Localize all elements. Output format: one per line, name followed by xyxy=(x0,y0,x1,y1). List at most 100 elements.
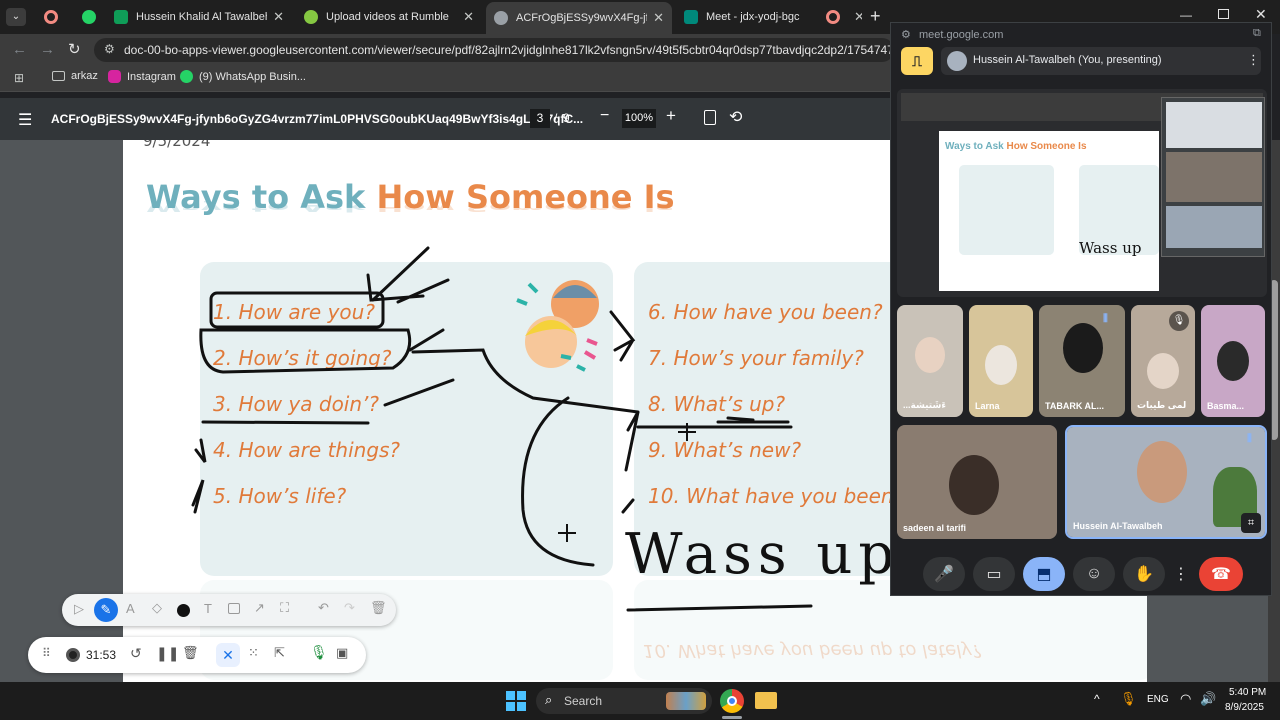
pointer-tool-icon[interactable]: ▷ xyxy=(74,601,84,617)
participant-tile[interactable]: sadeen al tarifi xyxy=(897,425,1057,539)
drag-handle-icon[interactable]: ⠿ xyxy=(42,646,51,660)
more-options-button[interactable]: ⋮ xyxy=(1171,557,1191,591)
preview-meet-grid xyxy=(1161,97,1265,257)
rotate-icon[interactable]: ⟲ xyxy=(729,107,742,127)
text-tool-icon[interactable]: T xyxy=(204,601,212,616)
annotation-toolbar: ▷ ✎ A ◇ T ↗ ⛶ ↶ ↷ 🗑 xyxy=(62,594,396,626)
bookmark-whatsapp-business[interactable]: (9) WhatsApp Busin... xyxy=(180,70,306,83)
minimize-icon[interactable]: — xyxy=(1180,8,1192,22)
leave-call-button[interactable]: ☎ xyxy=(1199,557,1243,591)
emoji-icon: ☺ xyxy=(1085,565,1103,582)
pause-icon[interactable]: ❚❚ xyxy=(156,645,179,662)
cursor-icon[interactable]: ⇱ xyxy=(274,645,285,661)
open-window-icon[interactable]: ⧉ xyxy=(1253,27,1261,40)
microphone-button[interactable]: 🎤 xyxy=(923,557,965,591)
file-explorer-icon[interactable] xyxy=(755,692,777,709)
more-options-icon[interactable]: ⋮ xyxy=(1247,52,1260,68)
clock-time[interactable]: 5:40 PM xyxy=(1229,687,1266,698)
globe-icon xyxy=(494,11,508,25)
shape-tool-icon[interactable] xyxy=(228,603,240,614)
tab-search-dropdown-icon[interactable]: ⌄ xyxy=(6,8,26,26)
language-indicator[interactable]: ENG xyxy=(1147,694,1169,705)
pen-tool-icon[interactable]: ✎ xyxy=(94,598,118,622)
microphone-icon[interactable]: 🎙 xyxy=(310,644,328,661)
maximize-icon[interactable] xyxy=(1218,9,1229,19)
pdf-toolbar: ☰ ACFrOgBjESSy9wvX4Fg-jfynb6oGyZG4vrzm77… xyxy=(0,98,890,140)
menu-icon[interactable]: ☰ xyxy=(18,110,32,130)
zoom-input[interactable]: 100% xyxy=(622,109,656,128)
presentation-preview: Ways to Ask How Someone Is Wass up xyxy=(897,89,1267,297)
close-drawing-icon[interactable]: ✕ xyxy=(216,643,240,667)
delete-icon[interactable]: 🗑 xyxy=(182,645,199,661)
close-icon[interactable]: ✕ xyxy=(273,9,284,25)
bookmarks-bar: ⊞ arkaz Instagram (9) WhatsApp Busin... xyxy=(0,66,890,92)
forward-icon[interactable]: → xyxy=(40,41,55,58)
tab-recorder[interactable] xyxy=(36,4,76,30)
restart-icon[interactable]: ↺ xyxy=(130,645,142,662)
site-info-icon[interactable]: ⚙ xyxy=(104,42,115,56)
page-number-input[interactable]: 3 xyxy=(530,109,550,128)
bookmark-instagram[interactable]: Instagram xyxy=(108,70,176,83)
hand-icon: ✋ xyxy=(1134,566,1154,583)
folder-icon xyxy=(52,71,65,81)
tab-pdf-viewer[interactable]: ACFrOgBjESSy9wvX4Fg-jfynb6o ✕ xyxy=(486,2,672,34)
chrome-taskbar-icon[interactable] xyxy=(720,689,744,713)
zoom-in-icon[interactable]: + xyxy=(666,106,676,126)
avatar xyxy=(1137,441,1187,503)
color-picker-icon[interactable] xyxy=(177,604,190,617)
participant-tile[interactable]: Basma... xyxy=(1201,305,1265,417)
window-close-icon[interactable]: ✕ xyxy=(1255,6,1267,23)
camera-button[interactable]: ▭ xyxy=(973,557,1015,591)
camera-icon[interactable]: ▣ xyxy=(336,645,348,661)
highlighter-tool-icon[interactable]: A xyxy=(126,601,135,616)
participant-tile[interactable]: Larna xyxy=(969,305,1033,417)
fit-page-icon[interactable] xyxy=(704,110,716,125)
close-icon[interactable]: ✕ xyxy=(854,9,862,25)
tab-recorder-2[interactable]: ✕ xyxy=(818,4,862,30)
participant-tile[interactable]: ⦀ TABARK AL... xyxy=(1039,305,1125,417)
volume-icon[interactable]: 🔊 xyxy=(1200,691,1216,707)
presenting-badge-icon[interactable]: ⎍ xyxy=(901,47,933,75)
redo-icon[interactable]: ↷ xyxy=(344,600,355,616)
present-screen-button[interactable]: ⬒ xyxy=(1023,557,1065,591)
screen-recorder-toolbar: ⠿ 31:53 ↺ ❚❚ 🗑 ✕ ⁙ ⇱ 🎙 ▣ xyxy=(28,637,366,673)
participant-tile-self[interactable]: ⦀ Hussein Al-Tawalbeh ⌗ xyxy=(1065,425,1267,539)
tab-whatsapp[interactable] xyxy=(74,4,104,30)
image-tool-icon[interactable]: ⛶ xyxy=(280,600,289,616)
close-icon[interactable]: ✕ xyxy=(653,10,664,26)
url-field[interactable]: ⚙ doc-00-bo-apps-viewer.googleuserconten… xyxy=(94,38,894,62)
presenter-bar: Hussein Al-Tawalbeh (You, presenting) ⋮ xyxy=(941,47,1261,75)
new-tab-button[interactable]: + xyxy=(870,6,881,27)
tab-sheets[interactable]: Hussein Khalid Al Tawalbeh - Go ✕ xyxy=(106,4,292,30)
show-hidden-icons[interactable]: ^ xyxy=(1094,692,1100,706)
tab-rumble[interactable]: Upload videos at Rumble ✕ xyxy=(296,4,482,30)
participant-tile[interactable]: 🎙 لمى طيبات xyxy=(1131,305,1195,417)
undo-icon[interactable]: ↶ xyxy=(318,600,329,616)
arrow-tool-icon[interactable]: ↗ xyxy=(254,600,265,616)
apps-grid-icon[interactable]: ⊞ xyxy=(14,71,24,85)
eraser-tool-icon[interactable]: ◇ xyxy=(152,600,162,616)
meet-picture-in-picture: ⚙ meet.google.com ⧉ ⎍ Hussein Al-Tawalbe… xyxy=(890,22,1272,596)
tune-icon[interactable]: ⚙ xyxy=(901,28,911,41)
record-icon xyxy=(44,10,58,24)
grid-icon[interactable]: ⁙ xyxy=(248,645,259,661)
participant-tile[interactable]: ...ءَشَتيشة xyxy=(897,305,963,417)
windows-start-icon[interactable] xyxy=(506,691,526,711)
bookmark-arkaz[interactable]: arkaz xyxy=(52,70,98,82)
close-icon[interactable]: ✕ xyxy=(463,9,474,25)
crop-icon[interactable]: ⌗ xyxy=(1241,513,1261,533)
clear-icon[interactable]: 🗑 xyxy=(370,600,387,616)
taskbar-search-box[interactable]: ⌕ Search xyxy=(536,688,712,714)
microphone-in-use-icon[interactable]: 🎙 xyxy=(1120,691,1137,707)
reload-icon[interactable]: ↻ xyxy=(68,40,81,58)
clock-date[interactable]: 8/9/2025 xyxy=(1225,702,1264,713)
rumble-icon xyxy=(304,10,318,24)
zoom-out-icon[interactable]: − xyxy=(600,107,609,125)
raise-hand-button[interactable]: ✋ xyxy=(1123,557,1165,591)
wifi-icon[interactable]: ◠ xyxy=(1180,691,1191,707)
reactions-button[interactable]: ☺ xyxy=(1073,557,1115,591)
back-icon[interactable]: ← xyxy=(12,41,27,58)
speaking-indicator-icon: ⦀ xyxy=(1103,313,1108,325)
avatar xyxy=(949,455,999,515)
stop-recording-icon[interactable] xyxy=(66,648,80,662)
